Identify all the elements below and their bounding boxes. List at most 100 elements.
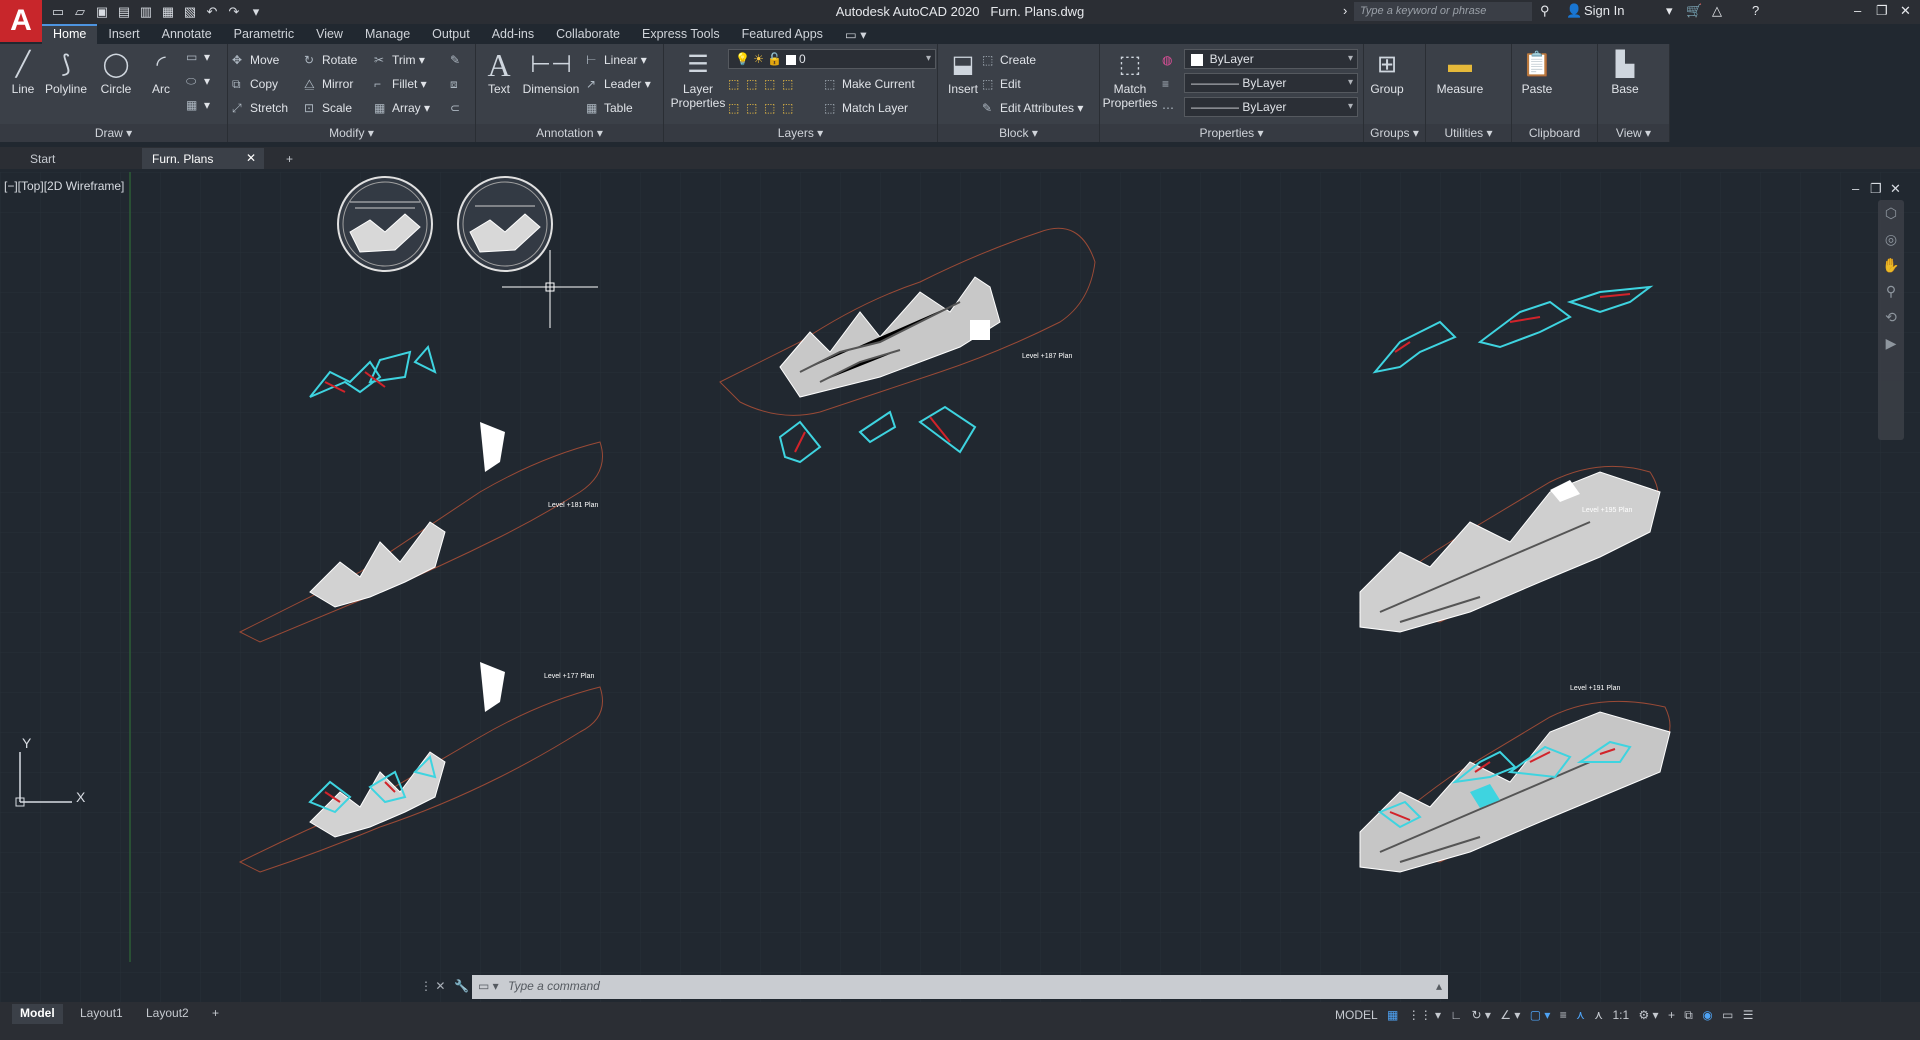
tab-featured-apps[interactable]: Featured Apps bbox=[731, 24, 834, 44]
orbit-icon[interactable]: ⟲ bbox=[1878, 304, 1904, 330]
hatch-button[interactable]: ⬭ ▾ bbox=[186, 70, 210, 92]
restore-icon[interactable]: ❐ bbox=[1876, 3, 1888, 19]
layer-tools-row1[interactable]: ⬚ ⬚ ⬚ ⬚ bbox=[728, 73, 800, 95]
viewport-restore-icon[interactable]: ❐ bbox=[1870, 181, 1882, 197]
insert-button[interactable]: ⬓ Insert bbox=[940, 48, 986, 96]
showmotion-icon[interactable]: ▶ bbox=[1878, 330, 1904, 356]
workspace-gear-icon[interactable]: ⚙ ▾ bbox=[1638, 1008, 1658, 1022]
rotate-button[interactable]: ↻ Rotate bbox=[304, 49, 357, 71]
customize-menu-icon[interactable]: ☰ bbox=[1743, 1008, 1754, 1022]
save-web-icon[interactable]: ▦ bbox=[160, 4, 176, 20]
match-properties-button[interactable]: ⬚ Match Properties bbox=[1102, 48, 1158, 110]
cart-icon[interactable]: 🛒 bbox=[1686, 3, 1702, 19]
group-button[interactable]: ⊞ Group bbox=[1364, 48, 1410, 96]
erase-button[interactable]: ✎ bbox=[450, 49, 468, 71]
explode-button[interactable]: ⧈ bbox=[450, 73, 468, 95]
layout1-tab[interactable]: Layout1 bbox=[72, 1004, 131, 1024]
hardware-acceleration-icon[interactable]: ◉ bbox=[1702, 1008, 1712, 1022]
offset-button[interactable]: ⊂ bbox=[450, 97, 468, 119]
autoscale-icon[interactable]: ⋏ bbox=[1594, 1008, 1603, 1022]
viewport-controls[interactable]: [−][Top][2D Wireframe] bbox=[4, 179, 124, 193]
properties-panel-title[interactable]: Properties ▾ bbox=[1100, 124, 1363, 142]
plus-icon[interactable]: + bbox=[1668, 1008, 1675, 1022]
line-button[interactable]: ╱ Line bbox=[0, 48, 46, 96]
save-as-icon[interactable]: ▤ bbox=[116, 4, 132, 20]
leader-button[interactable]: ↗ Leader ▾ bbox=[586, 73, 651, 95]
make-current-button[interactable]: ⬚ Make Current bbox=[824, 73, 915, 95]
command-close-icon[interactable]: ⋮ ✕ bbox=[420, 979, 445, 993]
text-button[interactable]: A Text bbox=[476, 48, 522, 96]
tab-manage[interactable]: Manage bbox=[354, 24, 421, 44]
base-button[interactable]: ▙ Base bbox=[1602, 48, 1648, 96]
ribbon-display-toggle[interactable]: ▭ ▾ bbox=[834, 24, 878, 44]
tab-annotate[interactable]: Annotate bbox=[151, 24, 223, 44]
tab-express-tools[interactable]: Express Tools bbox=[631, 24, 731, 44]
create-block-button[interactable]: ⬚ Create bbox=[982, 49, 1036, 71]
a360-icon[interactable]: △ bbox=[1712, 3, 1722, 19]
tab-parametric[interactable]: Parametric bbox=[223, 24, 305, 44]
array-button[interactable]: ▦ Array ▾ bbox=[374, 97, 430, 119]
trim-button[interactable]: ✂ Trim ▾ bbox=[374, 49, 425, 71]
annotation-scale[interactable]: 1:1 bbox=[1612, 1008, 1629, 1022]
arc-button[interactable]: ◜ Arc bbox=[138, 48, 184, 96]
snap-icon[interactable]: ⋮⋮ ▾ bbox=[1408, 1008, 1441, 1022]
viewport-minimize-icon[interactable]: – bbox=[1852, 181, 1859, 196]
draw-panel-title[interactable]: Draw ▾ bbox=[0, 124, 227, 142]
tab-output[interactable]: Output bbox=[421, 24, 481, 44]
utilities-panel-title[interactable]: Utilities ▾ bbox=[1426, 124, 1511, 142]
sign-in-link[interactable]: Sign In bbox=[1584, 3, 1624, 18]
close-icon[interactable]: ✕ bbox=[1900, 3, 1911, 19]
ortho-icon[interactable]: ∟ bbox=[1450, 1008, 1462, 1022]
lineweight-dropdown[interactable]: ———— ByLayer bbox=[1184, 73, 1358, 93]
user-icon[interactable]: 👤 bbox=[1566, 3, 1582, 19]
binoculars-icon[interactable]: ⚲ bbox=[1540, 3, 1550, 19]
mirror-button[interactable]: ⧋ Mirror bbox=[304, 73, 353, 95]
app-menu-button[interactable]: A bbox=[0, 0, 42, 42]
model-tab[interactable]: Model bbox=[12, 1004, 63, 1024]
edit-block-button[interactable]: ⬚ Edit bbox=[982, 73, 1021, 95]
layer-dropdown[interactable]: 💡 ☀ 🔓 0 bbox=[728, 49, 936, 69]
linear-button[interactable]: ⊢ Linear ▾ bbox=[586, 49, 647, 71]
open-file-icon[interactable]: ▱ bbox=[72, 4, 88, 20]
new-file-icon[interactable]: ▭ bbox=[50, 4, 66, 20]
open-web-icon[interactable]: ▥ bbox=[138, 4, 154, 20]
layer-tools-row2[interactable]: ⬚ ⬚ ⬚ ⬚ bbox=[728, 97, 800, 119]
polar-icon[interactable]: ↻ ▾ bbox=[1472, 1008, 1491, 1022]
copy-button[interactable]: ⧉ Copy bbox=[232, 73, 278, 95]
customize-wrench-icon[interactable]: 🔧 bbox=[454, 979, 469, 993]
redo-icon[interactable]: ↷ bbox=[226, 4, 242, 20]
annotation-panel-title[interactable]: Annotation ▾ bbox=[476, 124, 663, 142]
osnap-tracking-icon[interactable]: ∠ ▾ bbox=[1500, 1008, 1520, 1022]
tab-home[interactable]: Home bbox=[42, 24, 98, 44]
search-input[interactable]: Type a keyword or phrase bbox=[1354, 2, 1532, 21]
view-panel-title[interactable]: View ▾ bbox=[1598, 124, 1669, 142]
viewcube-icon[interactable]: ⬡ bbox=[1878, 200, 1904, 226]
table-button[interactable]: ▦ Table bbox=[586, 97, 633, 119]
layers-panel-title[interactable]: Layers ▾ bbox=[664, 124, 937, 142]
sign-in-chevron-icon[interactable]: ▾ bbox=[1666, 3, 1673, 19]
dimension-button[interactable]: ⊢⊣ Dimension bbox=[520, 48, 582, 96]
rectangle-button[interactable]: ▭ ▾ bbox=[186, 46, 210, 68]
paste-button[interactable]: 📋 Paste bbox=[1514, 48, 1560, 96]
stretch-button[interactable]: ⤢ Stretch bbox=[232, 97, 288, 119]
command-line[interactable]: ⋮ ✕ 🔧 ▭ ▾ Type a command ▴ bbox=[420, 975, 1448, 999]
tab-view[interactable]: View bbox=[305, 24, 354, 44]
drawing-viewport[interactable]: Level +187 Plan Level +181 Plan Level +1… bbox=[0, 172, 1920, 1002]
block-panel-title[interactable]: Block ▾ bbox=[938, 124, 1099, 142]
plot-icon[interactable]: ▧ bbox=[182, 4, 198, 20]
osnap-icon[interactable]: ▢ ▾ bbox=[1530, 1008, 1551, 1022]
model-space-indicator[interactable]: MODEL bbox=[1335, 1008, 1378, 1022]
steering-wheel-icon[interactable]: ◎ bbox=[1878, 226, 1904, 252]
command-history-icon[interactable]: ▴ bbox=[1436, 979, 1442, 993]
match-layer-button[interactable]: ⬚ Match Layer bbox=[824, 97, 908, 119]
grid-icon[interactable]: ▦ bbox=[1387, 1008, 1398, 1022]
groups-panel-title[interactable]: Groups ▾ bbox=[1364, 124, 1425, 142]
isolate-icon[interactable]: ⧉ bbox=[1684, 1008, 1693, 1023]
pan-icon[interactable]: ✋ bbox=[1878, 252, 1904, 278]
region-button[interactable]: ▦ ▾ bbox=[186, 94, 210, 116]
modify-panel-title[interactable]: Modify ▾ bbox=[228, 124, 475, 142]
layout2-tab[interactable]: Layout2 bbox=[138, 1004, 197, 1024]
furn-plans-tab[interactable]: Furn. Plans ✕ bbox=[142, 148, 264, 169]
lineweight-toggle-icon[interactable]: ≡ bbox=[1560, 1008, 1567, 1022]
tab-collaborate[interactable]: Collaborate bbox=[545, 24, 631, 44]
